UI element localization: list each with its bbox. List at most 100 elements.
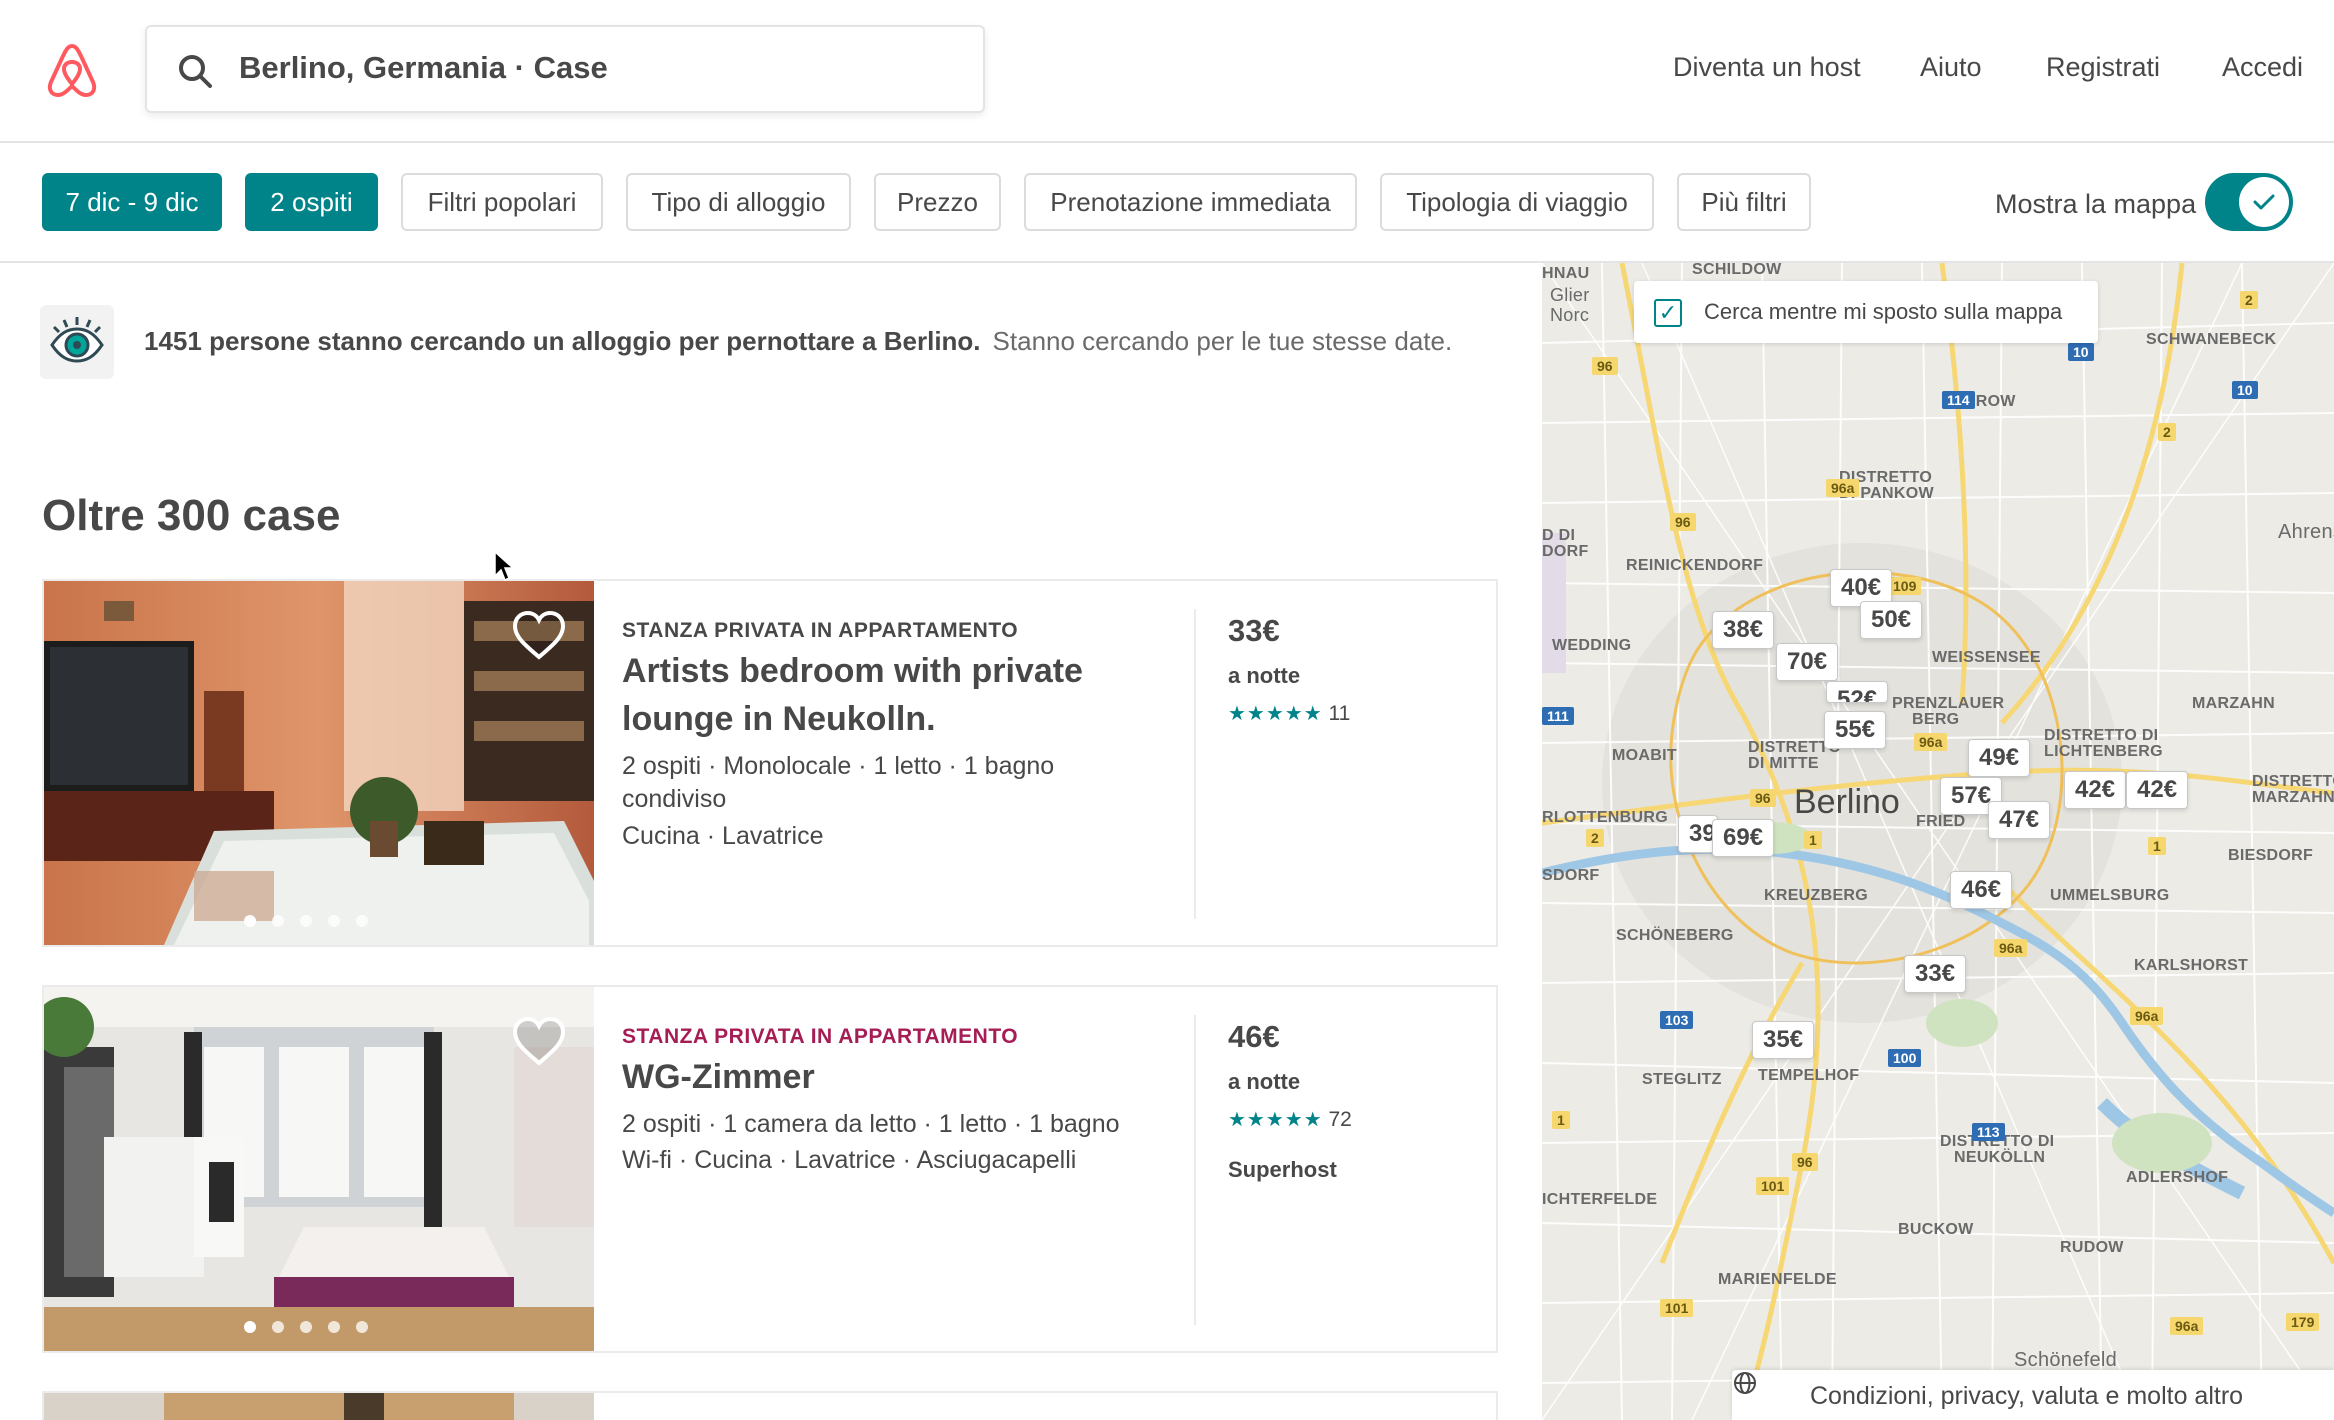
search-icon — [179, 55, 212, 88]
map-district-label: HNAU — [1542, 265, 1590, 282]
trip-type-filter-button[interactable]: Tipologia di viaggio — [1380, 173, 1654, 231]
nav-help[interactable]: Aiuto — [1920, 52, 1982, 83]
road-number-badge: 114 — [1942, 391, 1975, 409]
map-district-label: MARZAHN-HELL — [2252, 789, 2334, 806]
road-number-badge: 1 — [1552, 1111, 1570, 1129]
map-district-label: Ahrensfel — [2278, 521, 2334, 543]
map-district-label: Glier — [1550, 285, 1590, 305]
heart-icon[interactable] — [511, 1015, 567, 1067]
map-footer-link[interactable]: Condizioni, privacy, valuta e molto altr… — [1732, 1370, 2334, 1420]
carousel-dot[interactable] — [328, 915, 340, 927]
map-district-label: TEMPELHOF — [1758, 1067, 1860, 1084]
map-district-label: BUCKOW — [1898, 1221, 1974, 1238]
map-district-label: MOABIT — [1612, 747, 1677, 764]
notice-sub: Stanno cercando per le tue stesse date. — [992, 326, 1453, 356]
search-as-move-label: Cerca mentre mi sposto sulla mappa — [1704, 299, 2063, 324]
map-price-pin[interactable]: 69€ — [1712, 819, 1775, 857]
listing-title-line1[interactable]: Artists bedroom with private — [622, 647, 1083, 695]
map-district-label: Schönefeld — [2014, 1349, 2118, 1371]
carousel-dot[interactable] — [356, 915, 368, 927]
nav-signup[interactable]: Registrati — [2046, 52, 2160, 83]
road-number-badge: 96 — [1750, 789, 1776, 807]
road-number-badge: 2 — [2158, 423, 2176, 441]
map-district-label: WEISSENSEE — [1932, 649, 2041, 666]
instant-book-filter-button[interactable]: Prenotazione immediata — [1024, 173, 1357, 231]
carousel-dot[interactable] — [272, 915, 284, 927]
listing-photo[interactable] — [44, 581, 594, 945]
listing-card-3[interactable] — [42, 1391, 1498, 1420]
price-filter-button[interactable]: Prezzo — [874, 173, 1001, 231]
popular-filters-button[interactable]: Filtri popolari — [401, 173, 603, 231]
checkmark-icon — [2253, 194, 2275, 210]
map-canvas[interactable] — [1542, 263, 2334, 1420]
map-district-label: STEGLITZ — [1642, 1071, 1722, 1088]
map-district-label: SDORF — [1542, 867, 1600, 884]
more-filters-button[interactable]: Più filtri — [1677, 173, 1811, 231]
map-price-pin[interactable]: 52€ — [1826, 681, 1889, 703]
stay-type-filter-button[interactable]: Tipo di alloggio — [626, 173, 851, 231]
map-district-label: KREUZBERG — [1764, 887, 1869, 904]
map-price-pin[interactable]: 55€ — [1824, 711, 1887, 749]
map-price-pin[interactable]: 70€ — [1776, 643, 1839, 681]
map-panel[interactable]: SCHILDOW SCHWANEBECK KAROW DISTRETTO DI … — [1542, 263, 2334, 1420]
map-district-label: DORF — [1542, 543, 1589, 560]
map-footer-text[interactable]: Condizioni, privacy, valuta e molto altr… — [1810, 1382, 2243, 1411]
show-map-toggle[interactable] — [2205, 173, 2293, 231]
map-price-pin[interactable]: 50€ — [1860, 601, 1923, 639]
search-as-move-control[interactable]: ✓ Cerca mentre mi sposto sulla mappa — [1634, 281, 2098, 343]
map-price-pin[interactable]: 38€ — [1712, 611, 1775, 649]
road-number-badge: 109 — [1888, 577, 1922, 595]
listing-card-2[interactable]: STANZA PRIVATA IN APPARTAMENTO WG-Zimmer… — [42, 985, 1498, 1353]
search-input[interactable]: Berlino, Germania · Case — [239, 50, 608, 86]
filters-bar: 7 dic - 9 dic 2 ospiti Filtri popolari T… — [0, 143, 2334, 263]
map-district-label: RLOTTENBURG — [1542, 809, 1668, 826]
carousel-dot[interactable] — [356, 1321, 368, 1333]
nav-become-host[interactable]: Diventa un host — [1673, 52, 1861, 83]
map-price-pin[interactable]: 33€ — [1904, 955, 1967, 993]
map-district-label: BIESDORF — [2228, 847, 2314, 864]
dates-filter-button[interactable]: 7 dic - 9 dic — [42, 173, 222, 231]
heart-icon[interactable] — [511, 609, 567, 661]
review-count: 72 — [1328, 1108, 1352, 1131]
map-price-pin[interactable]: 35€ — [1752, 1021, 1815, 1059]
guests-filter-button[interactable]: 2 ospiti — [245, 173, 378, 231]
road-number-badge: 10 — [2232, 381, 2258, 399]
nav-login[interactable]: Accedi — [2222, 52, 2303, 83]
airbnb-logo-icon[interactable] — [42, 40, 102, 100]
toggle-knob — [2239, 177, 2289, 227]
map-district-label: KARLSHORST — [2134, 957, 2249, 974]
carousel-dot[interactable] — [244, 1321, 256, 1333]
listing-photo[interactable] — [44, 1393, 594, 1420]
star-rating-icon: ★★★★★ — [1228, 1109, 1323, 1131]
carousel-dot[interactable] — [244, 915, 256, 927]
per-night-label: a notte — [1228, 1069, 1301, 1094]
map-price-pin[interactable]: 49€ — [1968, 739, 2031, 777]
search-bar[interactable]: Berlino, Germania · Case — [145, 25, 985, 113]
listing-photo[interactable] — [44, 987, 594, 1351]
road-number-badge: 10 — [2068, 343, 2094, 361]
results-title: Oltre 300 case — [42, 491, 341, 540]
carousel-dot[interactable] — [300, 915, 312, 927]
carousel-dot[interactable] — [272, 1321, 284, 1333]
listing-card-1[interactable]: STANZA PRIVATA IN APPARTAMENTO Artists b… — [42, 579, 1498, 947]
map-city-label: Berlino — [1794, 783, 1900, 821]
map-price-pin[interactable]: 42€ — [2126, 771, 2189, 809]
search-as-move-checkbox[interactable]: ✓ — [1654, 299, 1682, 327]
listing-title[interactable]: WG-Zimmer — [622, 1053, 815, 1101]
carousel-dot[interactable] — [300, 1321, 312, 1333]
map-price-pin[interactable]: 46€ — [1950, 871, 2013, 909]
road-number-badge: 96a — [2170, 1317, 2204, 1335]
listing-amenities: Wi-fi · Cucina · Lavatrice · Asciugacape… — [622, 1146, 1077, 1174]
road-number-badge: 96a — [2130, 1007, 2164, 1025]
road-number-badge: 96 — [1792, 1153, 1818, 1171]
map-price-pin[interactable]: 47€ — [1988, 801, 2051, 839]
notice-bold: 1451 persone stanno cercando un alloggio… — [144, 326, 981, 356]
road-number-badge: 179 — [2286, 1313, 2320, 1331]
show-map-label: Mostra la mappa — [1995, 189, 2197, 219]
map-price-pin[interactable]: 42€ — [2064, 771, 2127, 809]
carousel-dot[interactable] — [328, 1321, 340, 1333]
road-number-badge: 96a — [1826, 479, 1860, 497]
map-district-label: SCHÖNEBERG — [1616, 927, 1734, 944]
superhost-badge: Superhost — [1228, 1157, 1337, 1182]
listing-title-line2[interactable]: lounge in Neukolln. — [622, 695, 936, 743]
